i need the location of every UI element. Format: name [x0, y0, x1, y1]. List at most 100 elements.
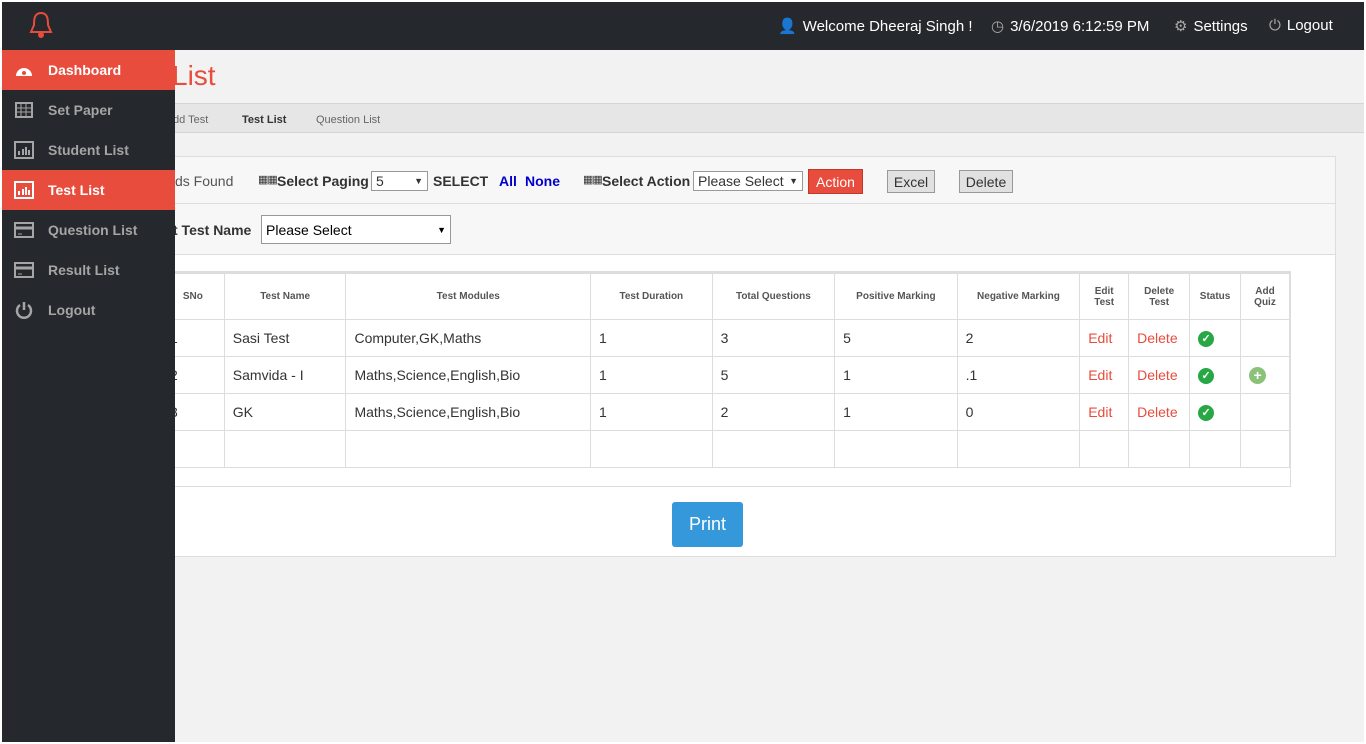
- cell-negative: 0: [956, 393, 1081, 431]
- sidebar-item-logout[interactable]: Logout: [2, 290, 175, 330]
- filter-row: t Test Name Please Select ▼: [3, 204, 1335, 255]
- cell-modules: Maths,Science,English,Bio: [345, 356, 592, 394]
- sidebar-item-label: Logout: [48, 302, 96, 318]
- column-header: Edit Test: [1079, 273, 1130, 320]
- tab-test-list[interactable]: Test List: [242, 114, 286, 126]
- action-select[interactable]: Please Select ▼: [693, 171, 803, 191]
- select-all-link[interactable]: All: [499, 173, 517, 189]
- column-header: Test Duration: [590, 273, 713, 320]
- table-row: 2Samvida - IMaths,Science,English,Bio151…: [161, 356, 1290, 394]
- action-button[interactable]: Action: [808, 169, 863, 194]
- edit-link[interactable]: Edit: [1079, 356, 1130, 394]
- select-none-link[interactable]: None: [525, 173, 560, 189]
- table-row: 3GKMaths,Science,English,Bio1210EditDele…: [161, 393, 1290, 431]
- page-title: List: [172, 60, 216, 91]
- excel-button[interactable]: Excel: [887, 170, 935, 193]
- settings-link[interactable]: ⚙ Settings: [1174, 17, 1248, 36]
- chevron-down-icon: ▼: [414, 176, 423, 186]
- test-name-select[interactable]: Please Select ▼: [261, 215, 451, 244]
- table-row: 1Sasi TestComputer,GK,Maths1352EditDelet…: [161, 319, 1290, 357]
- delete-button[interactable]: Delete: [959, 170, 1013, 193]
- test-table: SNo Test Name Test Modules Test Duration Tot…: [161, 273, 1290, 468]
- check-circle-icon[interactable]: ✓: [1198, 368, 1215, 384]
- column-header: Positive Marking: [834, 273, 958, 320]
- sidebar-item-label: Dashboard: [48, 62, 122, 78]
- select-paging-label: Select Paging: [277, 173, 369, 189]
- sidebar-item-set-paper[interactable]: Set Paper: [2, 90, 175, 130]
- bar-chart-icon: [14, 141, 34, 159]
- chevron-down-icon: ▼: [437, 224, 446, 235]
- settings-text: Settings: [1193, 17, 1248, 35]
- clock-icon: ◷: [991, 18, 1005, 35]
- welcome: 👤 Welcome Dheeraj Singh !: [778, 17, 973, 36]
- cell-name: Sasi Test: [223, 319, 347, 357]
- user-icon: 👤: [778, 18, 797, 35]
- column-header: Delete Test: [1128, 273, 1191, 320]
- delete-link[interactable]: Delete: [1128, 356, 1191, 394]
- cell-positive: 5: [834, 319, 958, 357]
- gear-icon: ⚙: [1174, 18, 1188, 35]
- column-header: Status: [1189, 273, 1242, 320]
- column-header: Negative Marking: [956, 273, 1081, 320]
- select-action-label: Select Action: [602, 173, 691, 189]
- card-icon: [14, 221, 34, 239]
- grid-icon: ▦▦: [583, 174, 603, 186]
- table-container: SNo Test Name Test Modules Test Duration Tot…: [3, 271, 1291, 487]
- sidebar-item-label: Test List: [48, 182, 105, 198]
- cell-modules: Maths,Science,English,Bio: [345, 393, 592, 431]
- tab-question-list[interactable]: Question List: [316, 114, 380, 126]
- paging-value: 5: [376, 173, 384, 189]
- cell-questions: 5: [711, 356, 836, 394]
- column-header: Test Modules: [345, 273, 592, 320]
- toolbar: ds Found ▦▦ Select Paging 5 ▼ SELECT All …: [3, 157, 1335, 204]
- table-icon: [14, 101, 34, 119]
- test-list-panel: ds Found ▦▦ Select Paging 5 ▼ SELECT All …: [2, 156, 1336, 557]
- select-label: SELECT: [433, 173, 489, 189]
- bell-icon[interactable]: [28, 10, 54, 40]
- edit-link[interactable]: Edit: [1079, 319, 1130, 357]
- tab-add-test[interactable]: dd Test: [173, 114, 208, 126]
- grid-icon: ▦▦: [258, 174, 278, 186]
- sidebar-item-label: Student List: [48, 142, 129, 158]
- records-found: ds Found: [175, 173, 234, 189]
- column-header: Test Name: [223, 273, 347, 320]
- cell-positive: 1: [834, 393, 958, 431]
- column-header: Add Quiz: [1240, 273, 1290, 320]
- check-circle-icon[interactable]: ✓: [1198, 331, 1215, 347]
- dashboard-icon: [14, 61, 34, 79]
- delete-link[interactable]: Delete: [1128, 319, 1191, 357]
- delete-link[interactable]: Delete: [1128, 393, 1191, 431]
- chevron-down-icon: ▼: [789, 176, 798, 186]
- tab-bar: dd Test Test List Question List: [2, 103, 1364, 133]
- datetime: ◷ 3/6/2019 6:12:59 PM: [991, 17, 1149, 36]
- cell-duration: 1: [590, 319, 713, 357]
- cell-questions: 2: [711, 393, 836, 431]
- cell-positive: 1: [834, 356, 958, 394]
- sidebar-item-result-list[interactable]: Result List: [2, 250, 175, 290]
- logout-link[interactable]: ⏻ Logout: [1269, 17, 1333, 34]
- sidebar-item-dashboard[interactable]: Dashboard: [2, 50, 175, 90]
- action-value: Please Select: [698, 173, 784, 189]
- power-icon: [14, 301, 34, 319]
- cell-negative: 2: [956, 319, 1081, 357]
- cell-questions: 3: [711, 319, 836, 357]
- check-circle-icon[interactable]: ✓: [1198, 405, 1215, 421]
- top-bar: 👤 Welcome Dheeraj Singh ! ◷ 3/6/2019 6:12:…: [2, 2, 1364, 50]
- sidebar-item-test-list[interactable]: Test List: [2, 170, 175, 210]
- print-button[interactable]: Print: [672, 502, 743, 547]
- cell-name: Samvida - I: [223, 356, 347, 394]
- edit-link[interactable]: Edit: [1079, 393, 1130, 431]
- cell-name: GK: [223, 393, 347, 431]
- column-header: Total Questions: [711, 273, 836, 320]
- cell-negative: .1: [956, 356, 1081, 394]
- test-name-label: t Test Name: [173, 222, 252, 238]
- cell-duration: 1: [590, 356, 713, 394]
- add-quiz-icon[interactable]: +: [1249, 366, 1267, 384]
- sidebar-item-student-list[interactable]: Student List: [2, 130, 175, 170]
- sidebar-item-label: Set Paper: [48, 102, 113, 118]
- paging-select[interactable]: 5 ▼: [371, 171, 428, 191]
- sidebar-item-question-list[interactable]: Question List: [2, 210, 175, 250]
- power-icon: ⏻: [1269, 17, 1281, 34]
- bar-chart-icon: [14, 181, 34, 199]
- sidebar: Dashboard Set Paper Student List Test List Q…: [2, 50, 175, 742]
